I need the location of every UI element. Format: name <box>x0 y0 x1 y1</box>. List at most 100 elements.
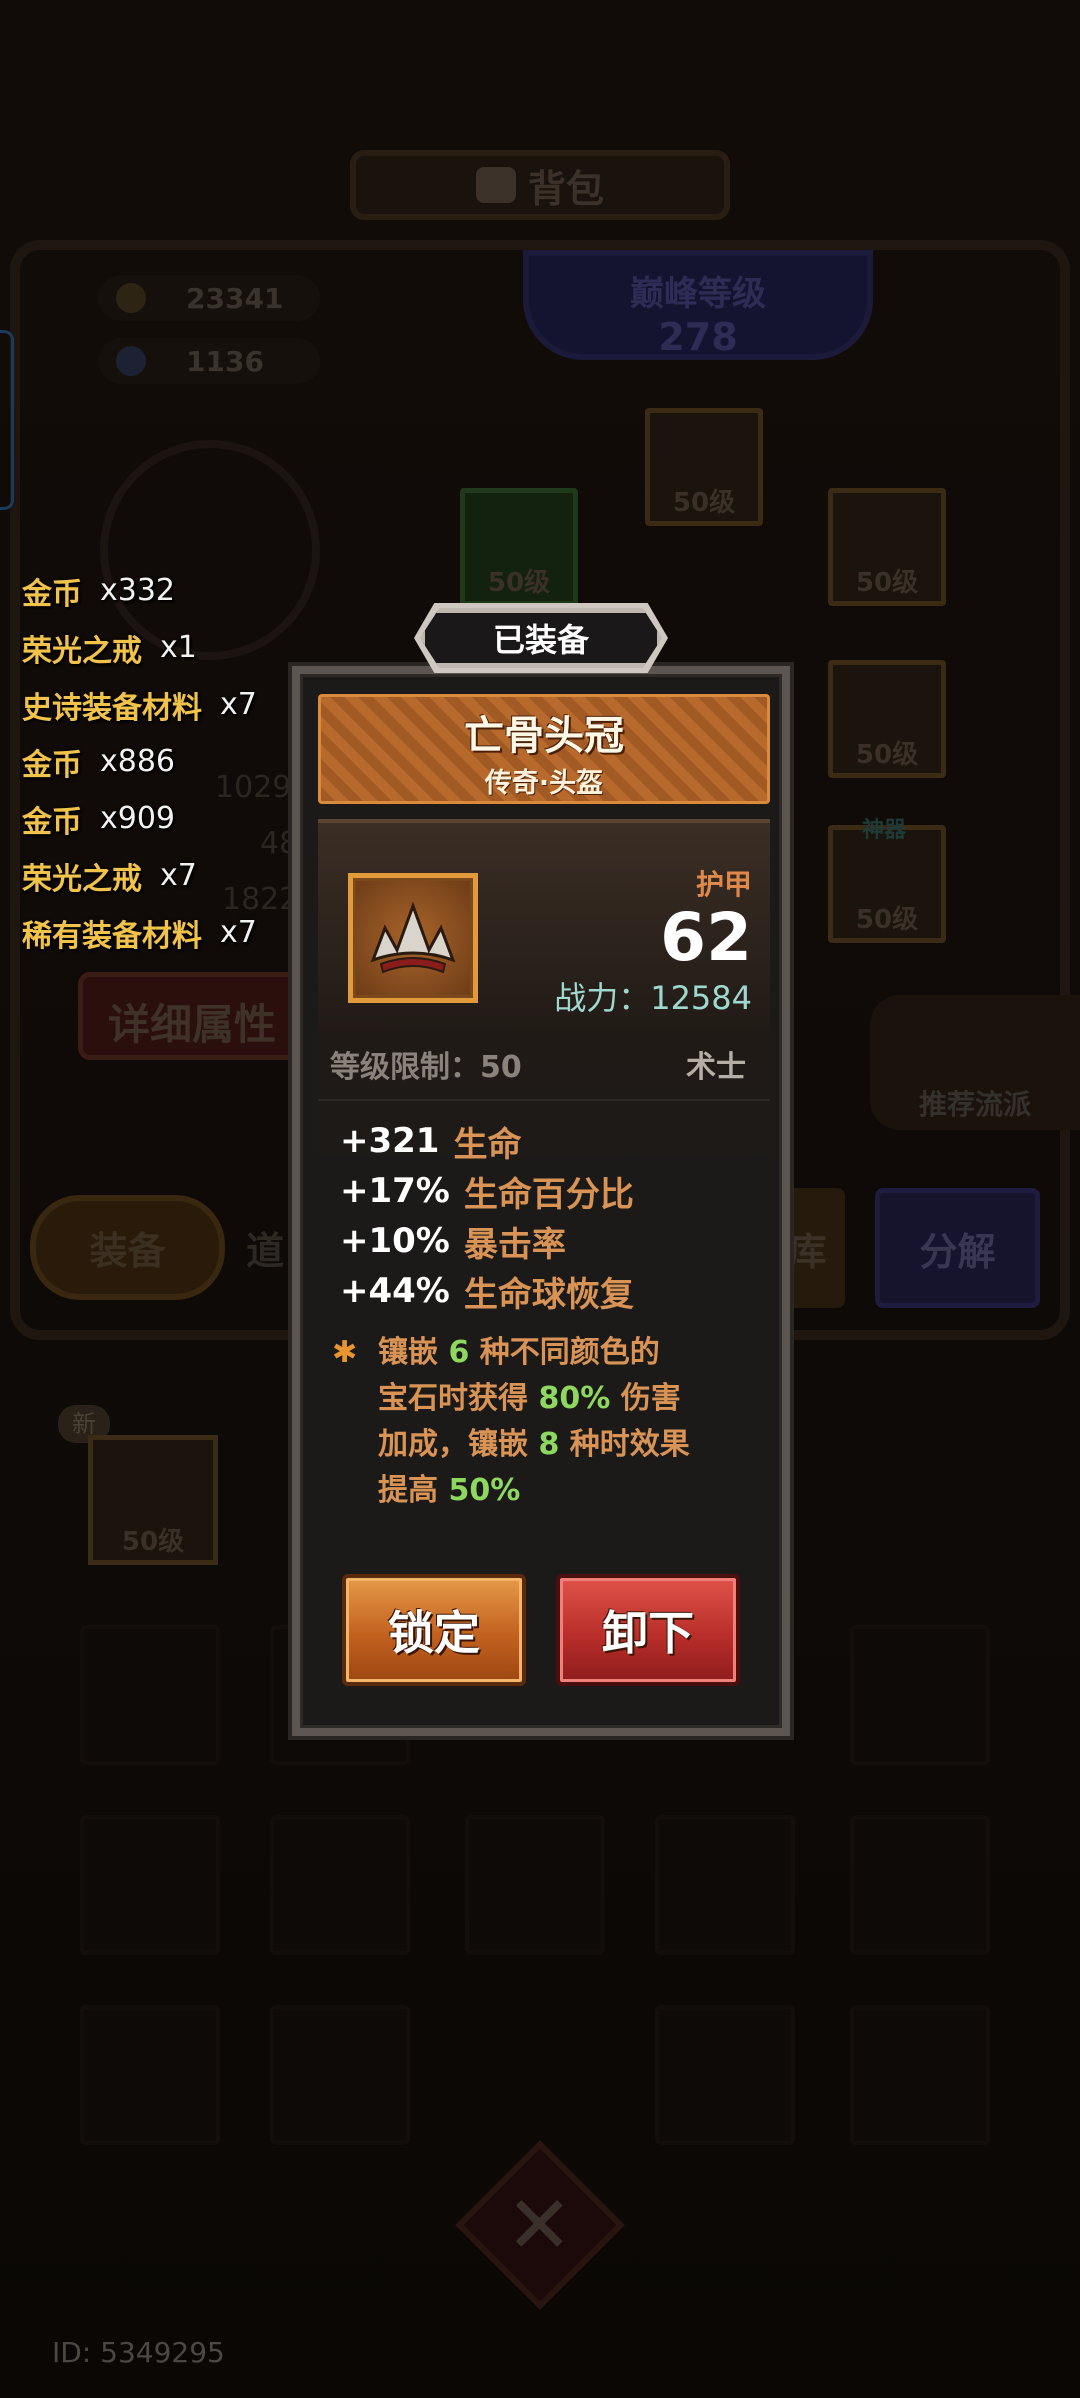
set-text: 镶嵌 <box>378 1335 438 1370</box>
loot-qty: x7 <box>160 858 197 893</box>
loot-name: 金币 <box>22 576 82 612</box>
armor-value: 62 <box>660 899 752 976</box>
gem-counter: 1136 <box>98 338 320 384</box>
set-bonus-line: 加成，镶嵌 8 种时效果 <box>378 1422 756 1468</box>
loot-row: 金币 x909 <box>22 790 257 847</box>
loot-row: 史诗装备材料 x7 <box>22 676 257 733</box>
gold-value: 23341 <box>186 281 284 315</box>
inventory-cell[interactable] <box>80 2005 220 2145</box>
stat-value: +10% <box>340 1221 450 1261</box>
set-bonus-line: 提高 50% <box>378 1468 756 1514</box>
inventory-cell[interactable] <box>655 1815 795 1955</box>
stat-name: 生命 <box>453 1124 522 1165</box>
inventory-cell[interactable] <box>80 1815 220 1955</box>
slot-level: 50级 <box>121 1527 185 1557</box>
item-name: 亡骨头冠 <box>464 713 624 759</box>
slot-level: 50级 <box>855 740 919 770</box>
close-button[interactable]: ✕ <box>455 2140 625 2310</box>
peak-label: 巅峰等级 <box>630 274 766 314</box>
helmet-icon <box>348 873 478 1003</box>
stat-name: 生命球恢复 <box>463 1274 634 1315</box>
bag-title: 背包 <box>350 150 730 220</box>
stat-row: +17% 生命百分比 <box>340 1166 634 1216</box>
set-text: 加成，镶嵌 <box>378 1427 528 1462</box>
loot-qty: x909 <box>100 801 176 836</box>
tab-items[interactable]: 道 <box>235 1195 295 1300</box>
peak-level-badge: 巅峰等级 278 <box>523 250 873 360</box>
stat-row: +321 生命 <box>340 1116 634 1166</box>
artifact-tag: 神器 <box>862 818 907 843</box>
bag-title-text: 背包 <box>527 166 604 211</box>
item-subtitle: 传奇·头盔 <box>484 768 604 799</box>
item-detail-popup: 亡骨头冠 传奇·头盔 护甲 62 战力：12584 等级限制：50 术士 +32… <box>292 666 790 1736</box>
loot-qty: x1 <box>160 630 197 665</box>
stat-row: +10% 暴击率 <box>340 1216 634 1266</box>
set-text: 提高 <box>378 1473 438 1508</box>
inventory-item[interactable]: 50级 <box>88 1435 218 1565</box>
close-icon: ✕ <box>506 2178 574 2272</box>
set-text: 宝石时获得 <box>378 1381 528 1416</box>
level-limit-label: 等级限制： <box>330 1050 480 1085</box>
stat-value: +44% <box>340 1271 450 1311</box>
equip-slot-ring[interactable]: 50级 <box>828 660 946 778</box>
set-bonus: ✱ 镶嵌 6 种不同颜色的 宝石时获得 80% 伤害 加成，镶嵌 8 种时效果 … <box>332 1330 756 1514</box>
loot-name: 金币 <box>22 747 82 783</box>
loot-qty: x7 <box>220 915 257 950</box>
set-text: 种时效果 <box>569 1427 690 1462</box>
inventory-cell[interactable] <box>465 1815 605 1955</box>
gold-counter: 23341 <box>98 275 320 321</box>
equip-slot-shoulder[interactable]: 50级 <box>460 488 578 606</box>
peak-value: 278 <box>658 315 738 359</box>
slot-level: 50级 <box>672 488 736 518</box>
side-tab[interactable] <box>0 330 14 510</box>
class-name: 术士 <box>686 1050 746 1085</box>
tab-decompose[interactable]: 分解 <box>875 1188 1040 1308</box>
set-number: 50% <box>448 1473 521 1508</box>
armor-label: 护甲 <box>695 868 752 901</box>
power-rating: 战力：12584 <box>554 973 752 1019</box>
stat-value: +17% <box>340 1171 450 1211</box>
loot-feed: 金币 x332 荣光之戒 x1 史诗装备材料 x7 金币 x886 金币 x909 荣光之… <box>22 562 257 961</box>
inventory-cell[interactable] <box>270 1815 410 1955</box>
detail-attributes-button[interactable]: 详细属性 <box>78 972 318 1060</box>
loot-name: 稀有装备材料 <box>22 918 202 954</box>
set-number: 6 <box>448 1335 470 1370</box>
stat-name: 生命百分比 <box>463 1174 634 1215</box>
loot-row: 荣光之戒 x7 <box>22 847 257 904</box>
stat-list: +321 生命 +17% 生命百分比 +10% 暴击率 +44% 生命球恢复 <box>340 1116 634 1316</box>
inventory-cell[interactable] <box>850 1815 990 1955</box>
loot-row: 稀有装备材料 x7 <box>22 904 257 961</box>
loot-name: 金币 <box>22 804 82 840</box>
star-icon: ✱ <box>332 1335 358 1370</box>
inventory-cell[interactable] <box>850 2005 990 2145</box>
equipped-tag: 已装备 <box>420 608 662 668</box>
inventory-cell[interactable] <box>850 1625 990 1765</box>
gem-value: 1136 <box>186 344 264 378</box>
loot-qty: x886 <box>100 744 176 779</box>
set-number: 80% <box>538 1381 611 1416</box>
slot-level: 50级 <box>487 568 551 598</box>
inventory-cell[interactable] <box>270 2005 410 2145</box>
level-limit: 等级限制：50 <box>330 1042 522 1086</box>
lock-button[interactable]: 锁定 <box>342 1574 526 1686</box>
loot-qty: x332 <box>100 573 176 608</box>
tab-equipment[interactable]: 装备 <box>30 1195 225 1300</box>
inventory-cell[interactable] <box>80 1625 220 1765</box>
loot-name: 史诗装备材料 <box>22 690 202 726</box>
slot-level: 50级 <box>855 568 919 598</box>
slot-level: 50级 <box>855 905 919 935</box>
loot-row: 金币 x886 <box>22 733 257 790</box>
loot-qty: x7 <box>220 687 257 722</box>
equip-slot-amulet[interactable]: 50级 <box>828 488 946 606</box>
inventory-cell[interactable] <box>655 2005 795 2145</box>
gem-icon <box>116 346 146 376</box>
unequip-button[interactable]: 卸下 <box>556 1574 740 1686</box>
loot-row: 金币 x332 <box>22 562 257 619</box>
equip-slot-head[interactable]: 50级 <box>645 408 763 526</box>
recommend-build-button[interactable]: 推荐流派 <box>870 995 1080 1130</box>
power-value: 12584 <box>650 979 752 1017</box>
set-text: 种不同颜色的 <box>479 1335 660 1370</box>
set-bonus-line: 镶嵌 6 种不同颜色的 <box>378 1330 756 1376</box>
level-limit-value: 50 <box>480 1050 522 1085</box>
set-bonus-line: 宝石时获得 80% 伤害 <box>378 1376 756 1422</box>
